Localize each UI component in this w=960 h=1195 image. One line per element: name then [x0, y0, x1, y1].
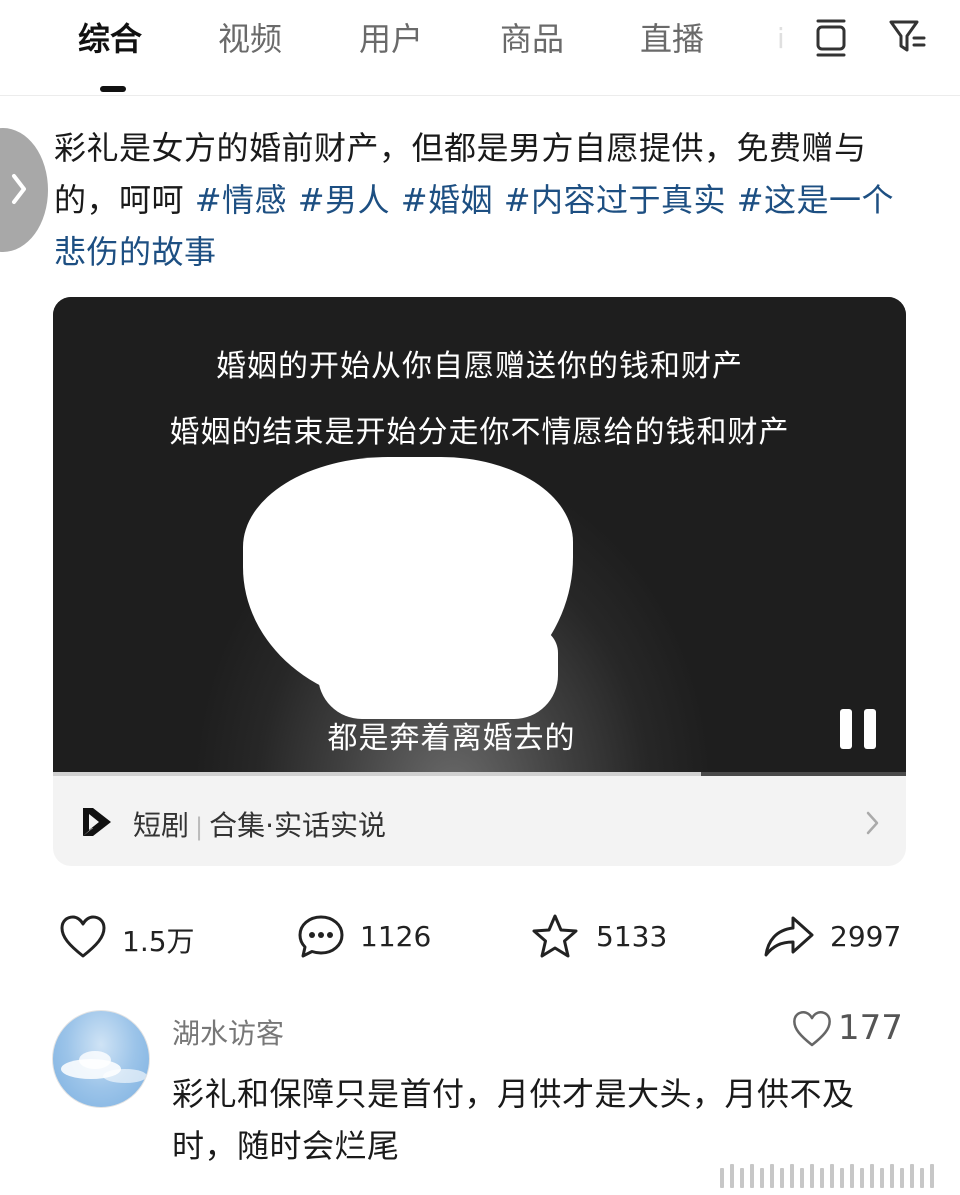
comment-icon — [298, 915, 344, 958]
hashtag[interactable]: #内容过于真实 — [504, 181, 726, 219]
video-caption-line1: 婚姻的开始从你自愿赠送你的钱和财产 — [216, 349, 743, 384]
hashtag[interactable]: #婚姻 — [401, 181, 493, 219]
filter-icon[interactable] — [884, 14, 930, 60]
video-player[interactable]: 婚姻的开始从你自愿赠送你的钱和财产 婚姻的结束是开始分走你不情愿给的钱和财产 都… — [53, 297, 906, 776]
collection-title: 合集·实话实说 — [209, 809, 387, 842]
tab-list-icon[interactable] — [808, 14, 854, 60]
chevron-right-icon — [866, 811, 879, 835]
tab-live[interactable]: 直播 — [640, 14, 704, 60]
collection-bar[interactable]: 短剧 | 合集·实话实说 — [53, 776, 906, 866]
post-text: 彩礼是女方的婚前财产，但都是男方自愿提供，免费赠与的，呵呵 #情感 #男人 #婚… — [54, 122, 914, 278]
hashtag[interactable]: #男人 — [298, 181, 390, 219]
short-drama-icon — [83, 808, 111, 836]
tab-products[interactable]: 商品 — [500, 14, 564, 60]
separator: | — [195, 813, 204, 841]
heart-icon — [60, 915, 106, 958]
share-icon — [764, 916, 814, 957]
avatar[interactable] — [52, 1010, 150, 1108]
tab-comprehensive[interactable]: 综合 — [78, 14, 142, 60]
watermark-logo — [720, 1164, 934, 1188]
hashtag[interactable]: #情感 — [195, 181, 287, 219]
comment-like-count: 177 — [838, 1008, 903, 1048]
star-icon — [532, 914, 578, 958]
pause-icon[interactable] — [840, 709, 878, 749]
collection-label: 短剧 | 合集·实话实说 — [133, 804, 386, 844]
side-expand-button[interactable] — [0, 128, 48, 252]
favorite-count: 5133 — [596, 920, 668, 953]
redaction-mask — [318, 627, 558, 719]
video-caption-line2: 婚姻的结束是开始分走你不情愿给的钱和财产 — [169, 415, 790, 450]
like-count: 1.5万 — [122, 925, 195, 958]
share-count: 2997 — [830, 920, 902, 953]
tab-video[interactable]: 视频 — [218, 14, 282, 60]
comment-text: 彩礼和保障只是首付，月供才是大头，月供不及时，随时会烂尾 — [172, 1075, 855, 1165]
like-button[interactable]: 1.5万 — [58, 912, 218, 964]
comment-username[interactable]: 湖水访客 — [172, 1012, 284, 1052]
collection-type: 短剧 — [133, 809, 190, 842]
tab-users[interactable]: 用户 — [359, 14, 423, 60]
favorite-button[interactable]: 5133 — [530, 912, 690, 964]
comment-like-button[interactable]: 177 — [790, 1008, 910, 1052]
chevron-right-icon — [12, 174, 26, 204]
comment-button[interactable]: 1126 — [296, 912, 456, 964]
heart-icon — [793, 1010, 831, 1047]
comment-count: 1126 — [360, 920, 432, 953]
video-subtitle: 都是奔着离婚去的 — [327, 721, 576, 756]
share-button[interactable]: 2997 — [762, 912, 922, 964]
search-tab-bar: 综合 视频 用户 商品 直播 i — [0, 0, 960, 96]
active-tab-indicator — [100, 86, 126, 92]
